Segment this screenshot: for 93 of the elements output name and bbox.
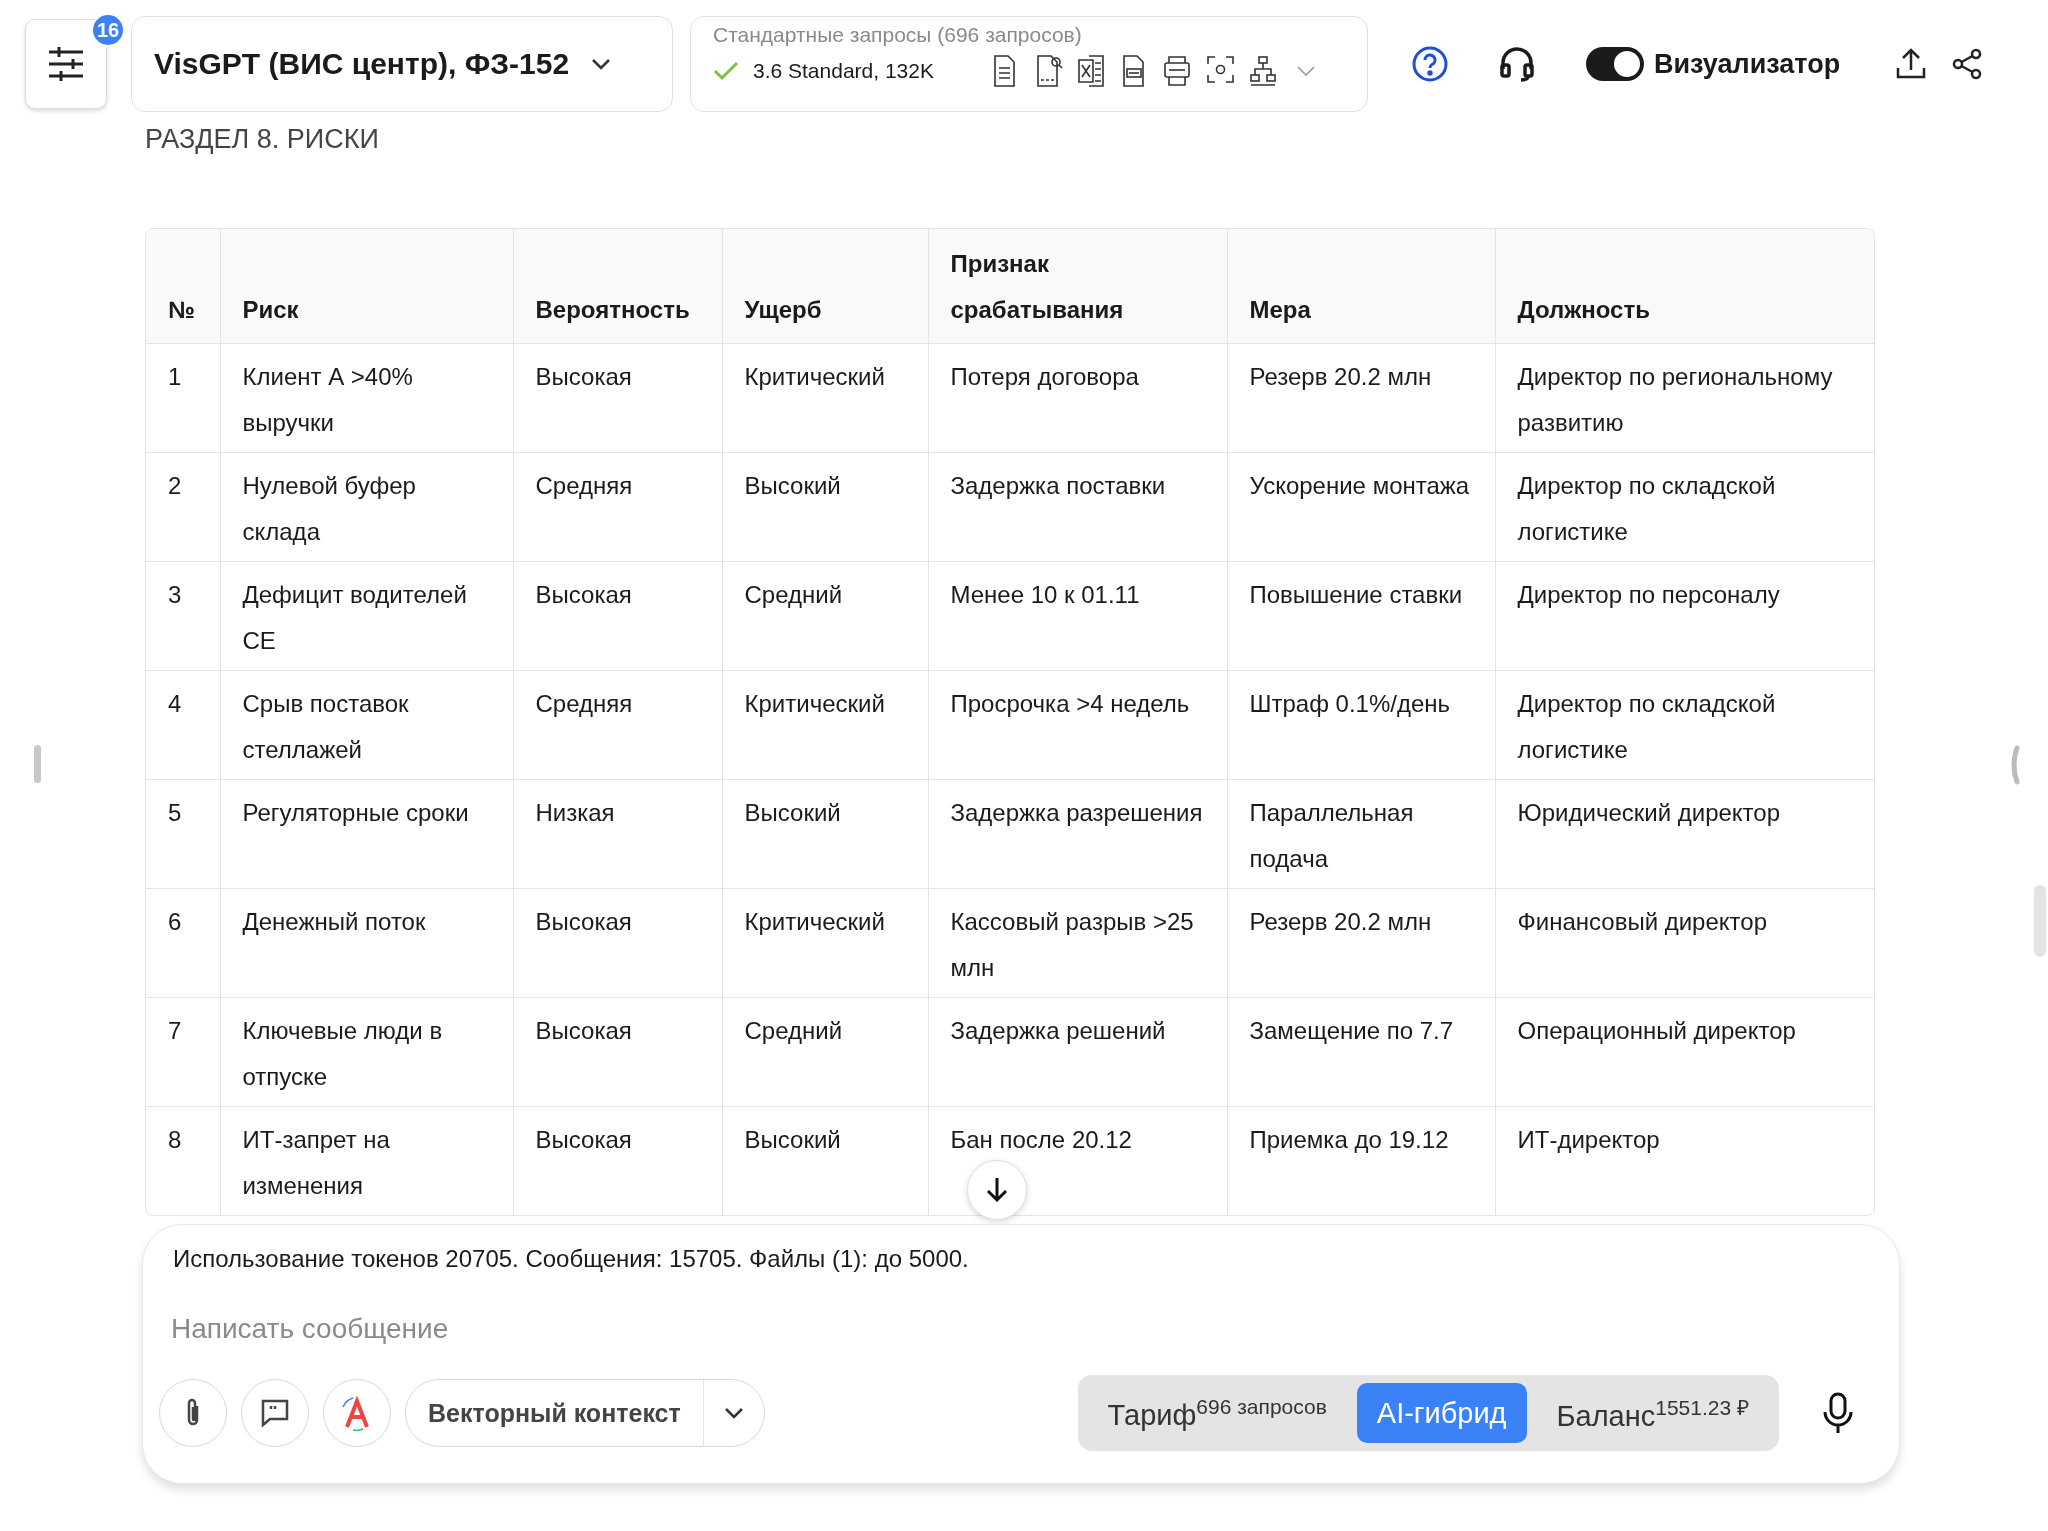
table-cell: Регуляторные сроки xyxy=(220,779,513,889)
visualizer-label: Визуализатор xyxy=(1654,48,1841,80)
table-cell: Дефицит водителей СЕ xyxy=(220,561,513,671)
table-cell: Нулевой буфер склада xyxy=(220,452,513,562)
table-cell: Директор по складской логистике xyxy=(1495,670,1874,780)
column-header: Вероятность xyxy=(513,229,722,344)
microphone-icon[interactable] xyxy=(1823,1392,1853,1434)
share-icon[interactable] xyxy=(1951,48,1983,80)
table-cell: 5 xyxy=(146,779,220,889)
table-cell: 3 xyxy=(146,561,220,671)
scrollbar-thumb[interactable] xyxy=(2034,885,2046,957)
table-cell: 4 xyxy=(146,670,220,780)
model-version: 3.6 Standard, 132K xyxy=(753,59,935,83)
table-cell: Юридический директор xyxy=(1495,779,1874,889)
table-cell: Директор по персоналу xyxy=(1495,561,1874,671)
column-header: Мера xyxy=(1227,229,1495,344)
table-cell: Срыв поставок стеллажей xyxy=(220,670,513,780)
headset-icon[interactable] xyxy=(1498,45,1536,83)
table-cell: Низкая xyxy=(513,779,722,889)
table-cell: Высокий xyxy=(722,452,928,562)
table-cell: Задержка решений xyxy=(928,997,1227,1107)
speech-bubble-icon xyxy=(260,1398,290,1428)
table-cell: Высокая xyxy=(513,888,722,998)
section-heading: РАЗДЕЛ 8. РИСКИ xyxy=(145,124,380,155)
table-cell: Критический xyxy=(722,670,928,780)
pdf-search-icon[interactable] xyxy=(1034,55,1064,87)
table-cell: Высокий xyxy=(722,1106,928,1215)
table-cell: 6 xyxy=(146,888,220,998)
chevron-down-icon xyxy=(723,1407,744,1419)
column-header: Риск xyxy=(220,229,513,344)
table-cell: Денежный поток xyxy=(220,888,513,998)
table-cell: Высокая xyxy=(513,1106,722,1215)
table-cell: Параллельная подача xyxy=(1227,779,1495,889)
table-cell: Критический xyxy=(722,343,928,453)
table-cell: 2 xyxy=(146,452,220,562)
arrow-down-icon xyxy=(986,1177,1008,1203)
table-cell: Высокая xyxy=(513,343,722,453)
table-cell: Клиент А >40% выручки xyxy=(220,343,513,453)
column-header: Ущерб xyxy=(722,229,928,344)
table-cell: Финансовый директор xyxy=(1495,888,1874,998)
hierarchy-icon[interactable] xyxy=(1249,55,1279,87)
table-cell: Ускорение монтажа xyxy=(1227,452,1495,562)
table-cell: Высокая xyxy=(513,997,722,1107)
column-header: № xyxy=(146,229,220,344)
model-dropdown[interactable]: VisGPT (ВИС центр), ФЗ-152 xyxy=(131,16,673,112)
table-cell: Кассовый разрыв >25 млн xyxy=(928,888,1227,998)
table-cell: Средний xyxy=(722,561,928,671)
token-usage-text: Использование токенов 20705. Сообщения: 15705. Файлы (1): до 5000. xyxy=(173,1245,970,1273)
notification-badge: 16 xyxy=(91,13,125,47)
table-cell: Задержка разрешения xyxy=(928,779,1227,889)
table-cell: 1 xyxy=(146,343,220,453)
message-input[interactable]: Написать сообщение xyxy=(171,1313,1371,1345)
visualizer-toggle[interactable] xyxy=(1586,47,1644,81)
vector-context-button[interactable]: Векторный контекст xyxy=(405,1379,765,1447)
table-cell: Высокий xyxy=(722,779,928,889)
table-cell: Высокая xyxy=(513,561,722,671)
sliders-icon xyxy=(47,46,85,82)
table-cell: 8 xyxy=(146,1106,220,1215)
left-panel-handle[interactable] xyxy=(34,745,41,783)
column-header: Должность xyxy=(1495,229,1874,344)
table-cell: Приемка до 19.12 xyxy=(1227,1106,1495,1215)
mode-tab[interactable]: Баланс$^{1551.23 ₽}$ xyxy=(1536,1383,1769,1443)
table-cell: ИТ-директор xyxy=(1495,1106,1874,1215)
table-cell: Резерв 20.2 млн xyxy=(1227,343,1495,453)
column-header: Признак срабатывания xyxy=(928,229,1227,344)
scroll-down-button[interactable] xyxy=(967,1160,1027,1220)
chevron-down-icon xyxy=(591,58,612,70)
table-cell: Просрочка >4 недель xyxy=(928,670,1227,780)
table-cell: Повышение ставки xyxy=(1227,561,1495,671)
table-cell: Резерв 20.2 млн xyxy=(1227,888,1495,998)
mode-tab[interactable]: Тариф$^{696 запросов}$ xyxy=(1087,1383,1347,1443)
help-icon[interactable] xyxy=(1412,46,1448,82)
check-icon xyxy=(713,61,739,81)
requests-label: Стандартные запросы (696 запросов) xyxy=(713,23,1083,47)
table-cell: Менее 10 к 01.11 xyxy=(928,561,1227,671)
excel-file-icon[interactable] xyxy=(1077,55,1107,87)
upload-icon[interactable] xyxy=(1895,48,1927,80)
table-cell: Ключевые люди в отпуске xyxy=(220,997,513,1107)
table-cell: Операционный директор xyxy=(1495,997,1874,1107)
table-cell: 7 xyxy=(146,997,220,1107)
table-cell: Средний xyxy=(722,997,928,1107)
table-cell: Средняя xyxy=(513,670,722,780)
table-cell: Директор по складской логистике xyxy=(1495,452,1874,562)
table-cell: ИТ-запрет на изменения xyxy=(220,1106,513,1215)
table-cell: Директор по региональному развитию xyxy=(1495,343,1874,453)
table-cell: Средняя xyxy=(513,452,722,562)
right-panel-handle[interactable] xyxy=(2008,745,2020,785)
table-cell: Потеря договора xyxy=(928,343,1227,453)
table-cell: Задержка поставки xyxy=(928,452,1227,562)
table-cell: Замещение по 7.7 xyxy=(1227,997,1495,1107)
mode-tab[interactable]: AI-гибрид xyxy=(1356,1383,1527,1443)
table-cell: Штраф 0.1%/день xyxy=(1227,670,1495,780)
table-cell: Критический xyxy=(722,888,928,998)
